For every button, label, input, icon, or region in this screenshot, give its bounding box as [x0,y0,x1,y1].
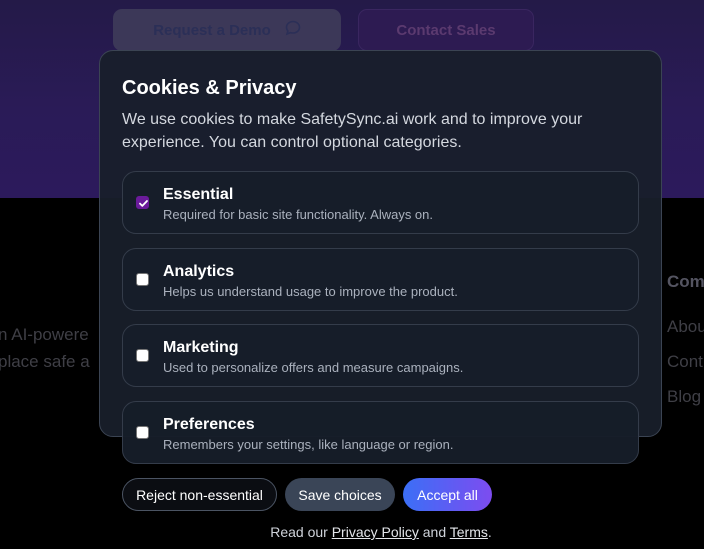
category-description: Remembers your settings, like language o… [163,437,454,452]
accept-all-button[interactable]: Accept all [403,478,492,511]
contact-sales-button[interactable]: Contact Sales [358,9,534,51]
terms-link[interactable]: Terms [450,524,488,540]
contact-sales-label: Contact Sales [396,21,496,39]
category-name: Preferences [163,416,255,433]
checkmark-icon [139,200,148,207]
category-name: Essential [163,186,234,203]
legal-notice: Read our Privacy Policy and Terms. [0,524,704,540]
accept-label: Accept all [417,486,478,503]
save-label: Save choices [298,486,382,503]
analytics-checkbox[interactable] [136,273,149,286]
category-description: Used to personalize offers and measure c… [163,360,464,375]
essential-checkbox[interactable] [136,196,149,209]
reject-non-essential-button[interactable]: Reject non-essential [122,478,277,511]
legal-prefix: Read our [270,524,328,540]
request-demo-button[interactable]: Request a Demo [113,9,341,51]
footer-link-about[interactable]: Abou [667,317,704,337]
category-name: Analytics [163,263,235,280]
reject-label: Reject non-essential [136,486,263,503]
save-choices-button[interactable]: Save choices [285,478,395,511]
footer-tagline-line2: place safe a [0,352,90,371]
legal-and: and [422,524,447,540]
footer-link-contact[interactable]: Cont [667,352,703,372]
category-analytics[interactable]: Analytics Helps us understand usage to i… [122,248,639,311]
chat-bubble-icon [285,20,301,40]
request-demo-label: Request a Demo [153,21,271,39]
footer-link-blog[interactable]: Blog [667,387,701,407]
category-description: Helps us understand usage to improve the… [163,284,458,299]
category-preferences[interactable]: Preferences Remembers your settings, lik… [122,401,639,464]
marketing-checkbox[interactable] [136,349,149,362]
modal-title: Cookies & Privacy [122,77,297,99]
modal-description: We use cookies to make SafetySync.ai wor… [122,111,583,151]
footer-company-heading: Com [667,272,704,291]
preferences-checkbox[interactable] [136,426,149,439]
legal-suffix: . [487,524,492,540]
privacy-policy-link[interactable]: Privacy Policy [332,524,419,540]
category-name: Marketing [163,339,239,356]
footer-tagline-line1: n AI-powere [0,325,89,344]
category-marketing[interactable]: Marketing Used to personalize offers and… [122,324,639,387]
category-description: Required for basic site functionality. A… [163,207,434,222]
category-essential[interactable]: Essential Required for basic site functi… [122,171,639,234]
